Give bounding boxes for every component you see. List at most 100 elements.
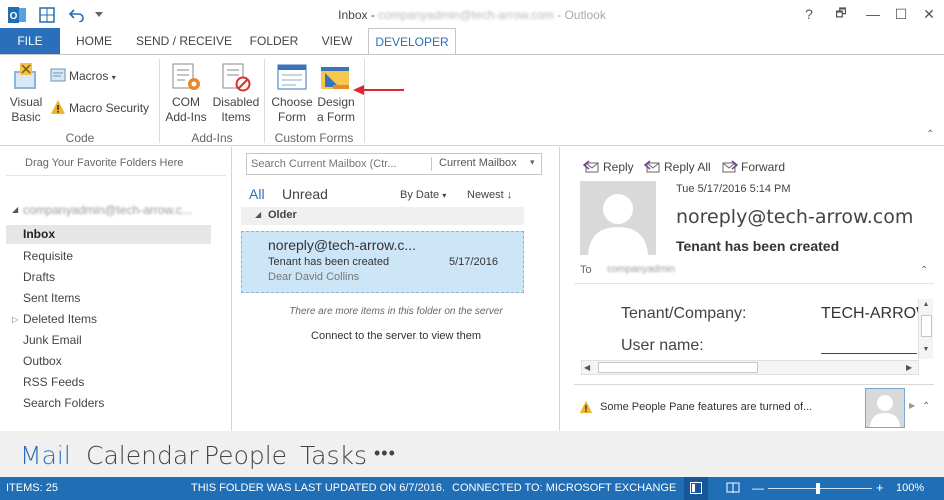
zoom-out-button[interactable]: — [752,481,764,495]
warning-icon [579,400,593,414]
nav-calendar[interactable]: Calendar [86,441,198,470]
tab-view[interactable]: VIEW [312,28,362,54]
folder-requisite[interactable]: Requisite [23,249,73,263]
choose-form-button[interactable]: Choose Form [270,95,314,125]
zoom-slider-thumb[interactable] [816,483,820,494]
close-button[interactable]: ✕ [914,0,944,28]
scroll-left-icon[interactable]: ◀ [584,363,590,372]
scroll-up-icon[interactable]: ▲ [920,301,932,311]
message-subject: Tenant has been created [268,256,390,268]
search-box: Current Mailbox ▾ [246,153,542,175]
to-recipient[interactable]: companyadmin [607,264,675,275]
choose-form-icon [276,61,308,93]
account-name[interactable]: companyadmin@tech-arrow.c... [23,203,192,217]
filter-all[interactable]: All [249,186,265,202]
ribbon-display-options-button[interactable]: 🗗 [826,0,856,28]
vertical-scrollbar[interactable]: ▲ ▼ [918,299,933,359]
expand-account-icon[interactable]: ◢ [12,205,18,214]
macros-dropdown-icon: ▾ [111,73,116,82]
tab-file[interactable]: FILE [0,28,60,54]
group-label-code: Code [65,131,95,145]
scroll-right-icon[interactable]: ▶ [906,363,912,372]
com-addins-icon [170,61,202,93]
macros-icon [50,67,66,83]
message-subject-heading: Tenant has been created [676,238,840,254]
collapse-ribbon-icon[interactable]: ⌃ [926,129,934,140]
nav-more-icon[interactable]: ••• [374,443,396,464]
tab-folder[interactable]: FOLDER [244,28,304,54]
sort-by-dropdown[interactable]: By Date ▾ [400,189,446,201]
filter-unread[interactable]: Unread [282,186,328,202]
message-preview: Dear David Collins [268,271,360,283]
scroll-thumb[interactable] [921,315,932,337]
more-items-note: There are more items in this folder on t… [289,306,503,317]
chevron-down-icon: ▾ [442,191,447,200]
zoom-in-button[interactable]: + [876,480,884,495]
arrow-down-icon: ↓ [506,189,513,201]
list-item-selected[interactable]: noreply@tech-arrow.c... Tenant has been … [241,231,524,293]
visual-basic-button[interactable]: Visual Basic [4,95,48,125]
design-a-form-button[interactable]: Design a Form [313,95,359,125]
folder-drafts[interactable]: Drafts [23,270,55,284]
sort-order-toggle[interactable]: Newest ↓ [467,189,512,201]
people-pane-avatar[interactable] [865,388,905,428]
scroll-thumb[interactable] [598,362,758,373]
macros-button[interactable]: Macros ▾ [69,69,116,83]
expand-people-pane-icon[interactable]: ⌃ [922,401,930,412]
nav-tasks[interactable]: Tasks [300,441,367,470]
nav-mail[interactable]: Mail [20,441,71,470]
horizontal-scrollbar[interactable]: ◀ ▶ [581,360,919,375]
disabled-items-button[interactable]: Disabled Items [211,95,261,125]
people-pane-warning[interactable]: Some People Pane features are turned of.… [600,401,812,413]
minimize-button[interactable]: — [858,0,888,28]
expand-deleted-icon[interactable]: ▷ [12,315,18,324]
group-label-addins: Add-Ins [191,131,233,145]
nav-people[interactable]: People [204,441,287,470]
group-header[interactable]: ◢ Older [241,207,524,225]
maximize-button[interactable]: ☐ [886,0,916,28]
message-date: 5/17/2016 [449,256,498,268]
folder-deleted-items[interactable]: Deleted Items [23,312,97,326]
people-pane-next-icon[interactable]: ▶ [909,401,915,410]
reading-view-icon[interactable] [726,482,740,494]
reply-all-icon [644,160,660,173]
zoom-slider[interactable] [768,488,872,489]
folder-search-folders[interactable]: Search Folders [23,396,104,410]
divider [431,157,432,171]
ribbon: Visual Basic Macros ▾ Macro Security Code… [0,54,944,146]
message-sender: noreply@tech-arrow.c... [268,237,417,253]
zoom-level[interactable]: 100% [896,482,924,494]
search-input[interactable] [251,156,427,172]
macro-security-button[interactable]: Macro Security [69,101,149,115]
connect-to-server-link[interactable]: Connect to the server to view them [232,330,560,342]
tab-developer[interactable]: DEVELOPER [368,28,456,55]
folder-pane: Drag Your Favorite Folders Here ◢ compan… [0,147,232,431]
scroll-down-icon[interactable]: ▼ [920,346,932,356]
folder-inbox[interactable]: Inbox [6,225,211,244]
scope-dropdown-icon[interactable]: ▾ [530,157,535,168]
person-placeholder-icon [870,395,900,427]
tab-home[interactable]: HOME [68,28,120,54]
body-label-tenant: Tenant/Company: [621,305,747,322]
body-label-username: User name: [621,337,704,354]
folder-junk-email[interactable]: Junk Email [23,333,82,347]
forward-button[interactable]: Forward [722,159,802,175]
collapse-group-icon: ◢ [255,210,262,219]
divider [6,175,226,176]
person-placeholder-icon [588,194,648,255]
normal-view-button[interactable] [684,477,708,500]
forward-icon [722,160,738,173]
folder-rss-feeds[interactable]: RSS Feeds [23,375,84,389]
folder-sent-items[interactable]: Sent Items [23,291,80,305]
message-datetime: Tue 5/17/2016 5:14 PM [676,183,791,195]
sender-address[interactable]: noreply@tech-arrow.com [676,206,913,228]
expand-header-icon[interactable]: ⌃ [920,265,928,276]
search-scope-dropdown[interactable]: Current Mailbox [439,157,517,169]
reply-all-button[interactable]: Reply All [644,159,724,175]
help-button[interactable]: ? [794,0,824,28]
status-bar: ITEMS: 25 THIS FOLDER WAS LAST UPDATED O… [0,477,944,500]
tab-send-receive[interactable]: SEND / RECEIVE [134,28,234,54]
folder-outbox[interactable]: Outbox [23,354,62,368]
com-addins-button[interactable]: COM Add-Ins [163,95,209,125]
normal-view-icon [690,482,702,494]
